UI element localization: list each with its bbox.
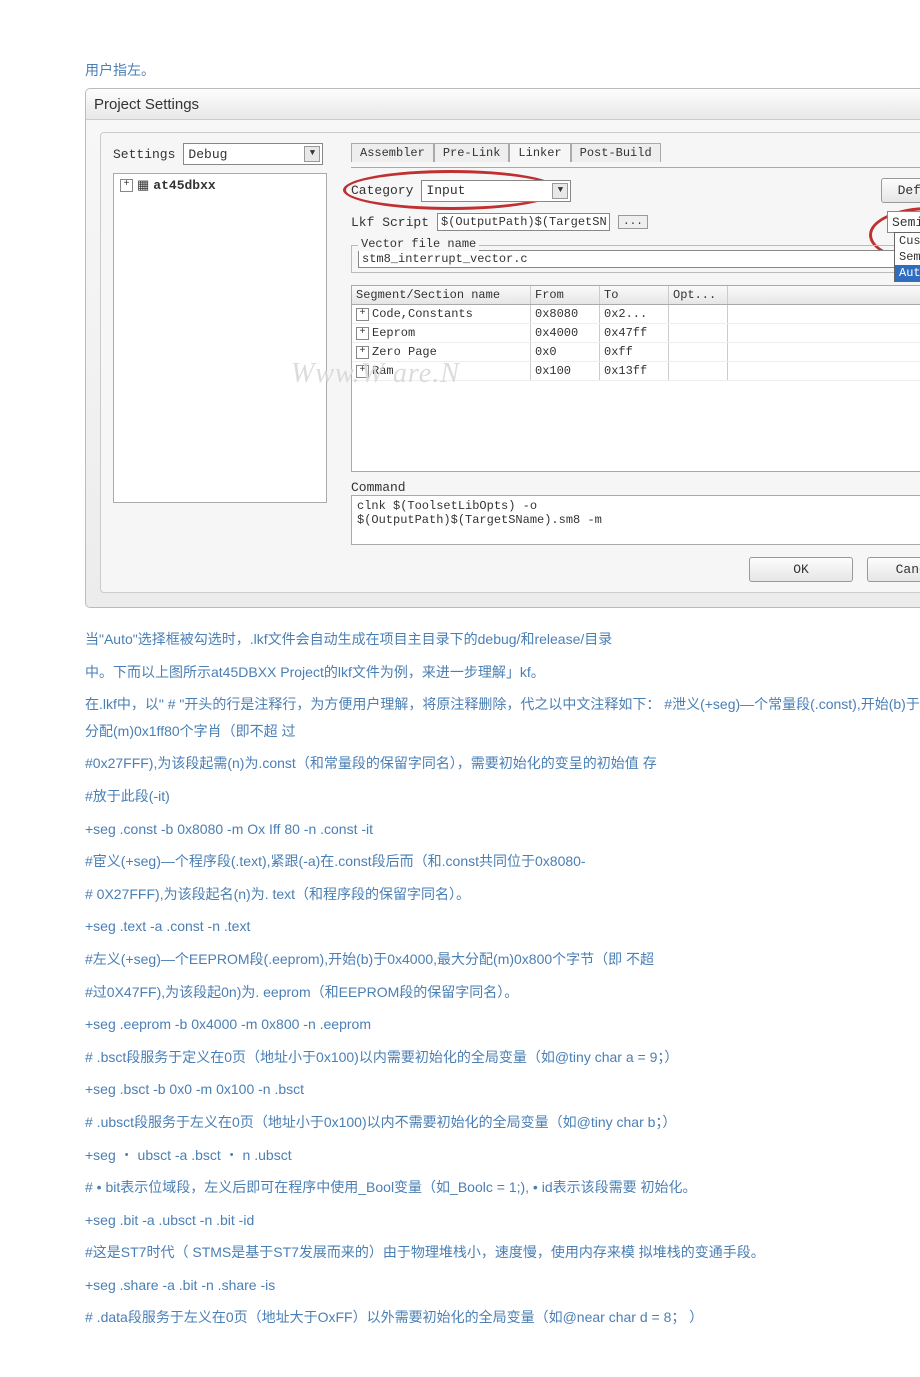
col-from[interactable]: From: [531, 286, 600, 304]
vector-legend: Vector file name: [358, 237, 479, 251]
table-row[interactable]: +Code,Constants0x80800x2...: [352, 305, 920, 324]
command-label: Command: [351, 480, 920, 495]
table-row[interactable]: +Ram0x1000x13ff: [352, 362, 920, 381]
category-label: Category: [351, 183, 413, 198]
table-row[interactable]: +Zero Page0x00xff: [352, 343, 920, 362]
cancel-button[interactable]: Cancel: [867, 557, 920, 582]
table-row[interactable]: +Eeprom0x40000x47ff: [352, 324, 920, 343]
mode-option-custom[interactable]: Custom: [895, 233, 920, 249]
mode-combo[interactable]: Semi Auto ▼ Custom Semi Auto Auto: [887, 211, 920, 233]
dialog-title: Project Settings: [94, 96, 920, 113]
browse-button[interactable]: ...: [618, 215, 648, 229]
expand-icon[interactable]: +: [356, 327, 369, 340]
project-tree[interactable]: + ▦ at45dbxx: [113, 173, 327, 503]
ok-button[interactable]: OK: [749, 557, 853, 582]
tab-linker[interactable]: Linker: [509, 143, 570, 162]
expand-icon[interactable]: +: [356, 346, 369, 359]
col-to[interactable]: To: [600, 286, 669, 304]
intro-text: 用户指左。: [85, 60, 920, 80]
col-segment[interactable]: Segment/Section name: [352, 286, 531, 304]
mode-option-auto[interactable]: Auto: [895, 265, 920, 281]
title-bar: Project Settings ✕: [86, 89, 920, 120]
vector-fieldset: Vector file name stm8_interrupt_vector.c…: [351, 245, 920, 273]
vector-file-input[interactable]: stm8_interrupt_vector.c: [358, 250, 920, 268]
expand-icon[interactable]: +: [120, 179, 133, 192]
tab-postbuild[interactable]: Post-Build: [571, 143, 661, 162]
col-opt[interactable]: Opt...: [669, 286, 728, 304]
lkf-script-input[interactable]: $(OutputPath)$(TargetSN: [437, 213, 610, 231]
document-text: 当"Auto"选择框被勾选时，.lkf文件会自动生成在项目主目录下的debug/…: [85, 626, 920, 1331]
tree-root-node[interactable]: + ▦ at45dbxx: [120, 178, 320, 193]
tab-bar: Assembler Pre-Link Linker Post-Build ◀ ▶: [351, 143, 920, 162]
folder-icon: ▦: [137, 178, 149, 193]
expand-icon[interactable]: +: [356, 365, 369, 378]
mode-option-semiauto[interactable]: Semi Auto: [895, 249, 920, 265]
defaults-button[interactable]: Defaults: [881, 178, 920, 203]
lkf-script-label: Lkf Script: [351, 215, 429, 230]
settings-combo[interactable]: Debug ▼: [183, 143, 323, 165]
chevron-down-icon: ▼: [552, 183, 568, 199]
command-textarea[interactable]: clnk $(ToolsetLibOpts) -o $(OutputPath)$…: [351, 495, 920, 545]
project-settings-dialog: Project Settings ✕ Www.W are.N Settings …: [85, 88, 920, 608]
chevron-down-icon: ▼: [304, 146, 320, 162]
settings-label: Settings: [113, 147, 175, 162]
tab-prelink[interactable]: Pre-Link: [434, 143, 510, 162]
tab-assembler[interactable]: Assembler: [351, 143, 434, 162]
category-combo[interactable]: Input ▼: [421, 180, 571, 202]
expand-icon[interactable]: +: [356, 308, 369, 321]
mode-dropdown-list[interactable]: Custom Semi Auto Auto: [894, 232, 920, 282]
segment-table[interactable]: Segment/Section name From To Opt... +Cod…: [351, 285, 920, 472]
